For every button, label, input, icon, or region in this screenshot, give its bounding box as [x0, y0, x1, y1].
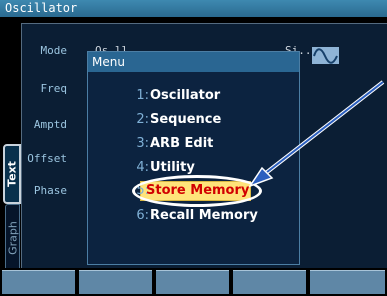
menu-item-label: Recall Memory — [150, 208, 258, 223]
sine-wave-icon[interactable] — [312, 47, 339, 64]
softkey-bar — [0, 268, 387, 296]
tab-graph[interactable]: Graph — [5, 204, 20, 272]
menu-item-number: 3: — [136, 136, 149, 151]
menu-item-label: Utility — [150, 160, 195, 175]
menu-item-label: Store Memory — [146, 183, 250, 198]
param-phase-label[interactable]: Phase — [27, 184, 67, 197]
menu-item-label: Oscillator — [150, 88, 221, 103]
menu-item-recall-memory[interactable]: 6: Recall Memory — [88, 208, 299, 228]
softkey-5[interactable] — [310, 270, 385, 294]
tab-graph-label: Graph — [6, 221, 19, 255]
menu-title: Menu — [88, 52, 299, 72]
menu-item-number: 1: — [136, 88, 149, 103]
menu-item-label: Sequence — [150, 112, 222, 127]
tab-text-label: Text — [5, 161, 19, 187]
menu-item-oscillator[interactable]: 1: Oscillator — [88, 88, 299, 108]
window-title: Oscillator — [0, 0, 387, 17]
param-freq-label[interactable]: Freq — [27, 82, 68, 95]
menu-item-number: 2: — [136, 112, 149, 127]
menu-item-number: 4: — [136, 160, 149, 175]
softkey-2[interactable] — [79, 270, 152, 294]
param-mode-label[interactable]: Mode — [27, 44, 68, 57]
menu-popup: Menu 1: Oscillator 2: Sequence 3: ARB Ed… — [87, 51, 300, 265]
side-tabs: Text Graph — [3, 144, 21, 272]
tab-text[interactable]: Text — [3, 144, 21, 204]
menu-item-arb-edit[interactable]: 3: ARB Edit — [88, 136, 299, 156]
softkey-1[interactable] — [2, 270, 75, 294]
softkey-3[interactable] — [156, 270, 229, 294]
menu-item-label: ARB Edit — [150, 136, 214, 151]
param-offset-label[interactable]: Offset — [27, 152, 67, 165]
param-amptd-label[interactable]: Amptd — [27, 118, 67, 131]
softkey-4[interactable] — [233, 270, 306, 294]
menu-item-sequence[interactable]: 2: Sequence — [88, 112, 299, 132]
menu-item-number: 6: — [136, 208, 149, 223]
